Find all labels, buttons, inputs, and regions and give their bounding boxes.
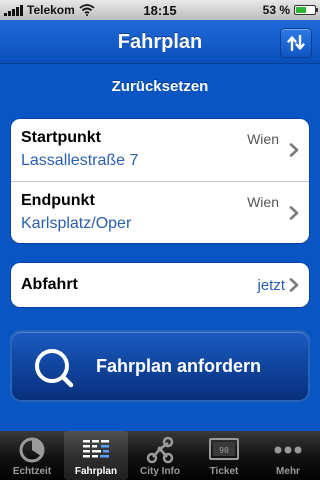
status-bar-right: 53 % [196, 3, 318, 17]
tab-city-info[interactable]: City Info [128, 431, 192, 480]
signal-strength-icon [4, 4, 23, 16]
status-time: 18:15 [143, 2, 177, 18]
svg-text:90: 90 [219, 446, 229, 455]
tab-label: Fahrplan [74, 466, 118, 477]
end-point-city: Wien [247, 194, 279, 210]
battery-icon [294, 5, 318, 15]
tab-ticket[interactable]: 90 Ticket [192, 431, 256, 480]
timetable-icon [83, 440, 109, 458]
clock-icon [19, 437, 45, 463]
departure-row[interactable]: Abfahrt jetzt [11, 263, 309, 307]
carrier-name: Telekom [27, 3, 75, 17]
network-nodes-icon [146, 436, 174, 464]
tab-bar: Echtzeit Fahrplan City Info 90 Ticket Me… [0, 431, 320, 480]
start-point-city: Wien [247, 131, 279, 147]
end-point-value: Karlsplatz/Oper [21, 215, 132, 232]
page-title: Fahrplan [117, 31, 203, 53]
battery-percent: 53 % [262, 3, 290, 17]
wifi-icon [79, 4, 95, 16]
tab-mehr[interactable]: Mehr [256, 431, 320, 480]
search-magnifier-icon [35, 349, 74, 388]
swap-vertical-arrows-icon [287, 35, 305, 51]
chevron-right-icon [289, 206, 299, 220]
departure-value: jetzt [257, 277, 285, 294]
tab-label: City Info [140, 466, 180, 477]
end-point-label: Endpunkt [21, 192, 95, 209]
route-group: Startpunkt Wien Lassallestraße 7 Endpunk… [10, 118, 310, 244]
ticket-icon: 90 [209, 438, 239, 460]
start-point-row[interactable]: Startpunkt Wien Lassallestraße 7 [11, 119, 309, 181]
departure-group: Abfahrt jetzt [10, 262, 310, 308]
swap-route-button[interactable] [280, 28, 312, 58]
tab-label: Ticket [209, 466, 239, 477]
request-timetable-button[interactable]: Fahrplan anfordern [10, 330, 310, 402]
tab-label: Mehr [276, 466, 300, 477]
request-timetable-label: Fahrplan anfordern [96, 356, 262, 376]
chevron-right-icon [289, 143, 299, 157]
reset-button[interactable]: Zurücksetzen [0, 78, 320, 95]
end-point-row[interactable]: Endpunkt Wien Karlsplatz/Oper [11, 181, 309, 243]
battery-level [296, 7, 306, 13]
start-point-label: Startpunkt [21, 129, 101, 146]
tab-label: Echtzeit [12, 466, 52, 477]
more-dots-icon [274, 446, 302, 454]
chevron-right-icon [289, 278, 299, 292]
status-bar-left: Telekom [4, 3, 124, 17]
departure-label: Abfahrt [21, 276, 78, 293]
navigation-bar: Fahrplan [0, 20, 320, 64]
status-bar: Telekom 18:15 53 % [0, 0, 320, 20]
tab-fahrplan[interactable]: Fahrplan [64, 431, 128, 480]
start-point-value: Lassallestraße 7 [21, 152, 139, 169]
tab-echtzeit[interactable]: Echtzeit [0, 431, 64, 480]
